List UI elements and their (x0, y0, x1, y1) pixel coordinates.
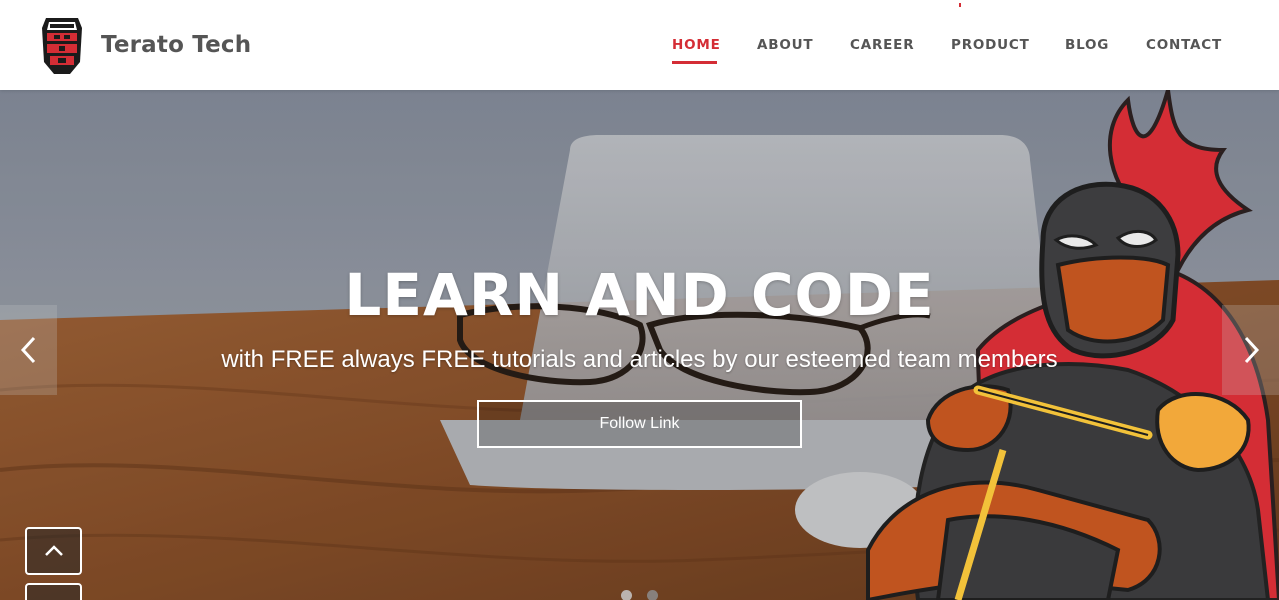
slider-dot-2[interactable] (647, 590, 658, 600)
site-header: Terato Tech HOME ABOUT CAREER PRODUCT BL… (0, 0, 1279, 90)
chevron-up-icon (44, 545, 63, 556)
nav-about[interactable]: ABOUT (757, 37, 813, 53)
decor-mark (959, 3, 961, 7)
chevron-right-icon (1244, 336, 1259, 364)
chevron-left-icon (20, 336, 35, 364)
hero-slider: LEARN AND CODE with FREE always FREE tut… (0, 90, 1279, 600)
nav-active-indicator (672, 61, 717, 64)
follow-link-button[interactable]: Follow Link (477, 400, 802, 448)
slider-prev-button[interactable] (0, 305, 57, 395)
nav-home[interactable]: HOME (672, 37, 721, 53)
brand[interactable]: Terato Tech (38, 14, 251, 76)
knight-helmet-logo-icon (42, 18, 82, 74)
nav-product[interactable]: PRODUCT (951, 37, 1030, 53)
nav-contact[interactable]: CONTACT (1146, 37, 1222, 53)
nav-career[interactable]: CAREER (850, 37, 914, 53)
brand-name: Terato Tech (101, 32, 252, 58)
hero-headline: LEARN AND CODE (344, 261, 935, 329)
nav-blog[interactable]: BLOG (1065, 37, 1109, 53)
slider-dot-1[interactable] (621, 590, 632, 600)
slider-next-button[interactable] (1222, 305, 1279, 395)
scroll-to-top-button[interactable] (25, 527, 82, 575)
knight-mascot-icon (866, 90, 1279, 600)
hero-subheadline: with FREE always FREE tutorials and arti… (221, 346, 1058, 373)
scroll-down-button[interactable] (25, 583, 82, 600)
